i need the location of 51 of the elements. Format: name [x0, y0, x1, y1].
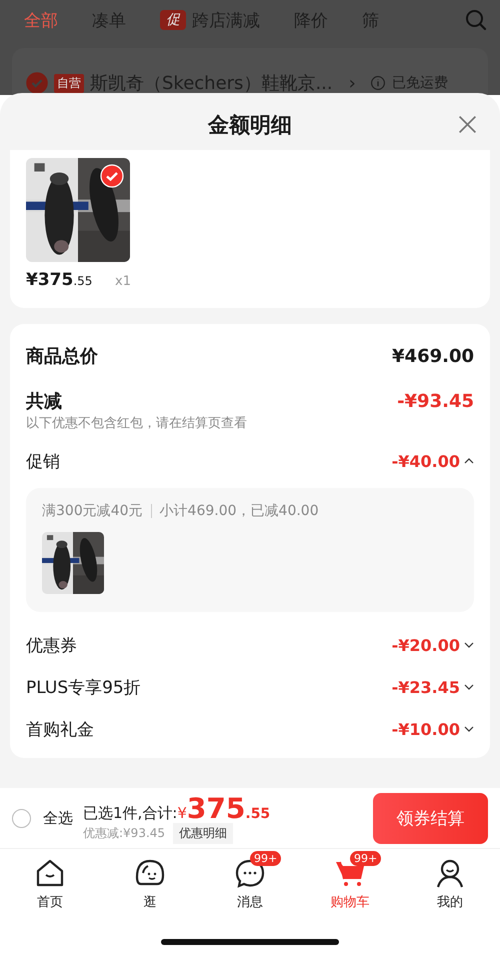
close-icon[interactable] [457, 114, 478, 135]
nav-label: 首页 [37, 894, 63, 911]
person-icon [434, 857, 466, 889]
discount-name: 促销 [26, 450, 60, 472]
price-text: ¥375.55 [26, 270, 92, 290]
discount-label: 共减 [26, 390, 62, 413]
selected-text: 已选1件,合计: [83, 804, 178, 823]
discount-amount: -¥93.45 [397, 390, 474, 412]
note-text: 以下优惠不包含红包，请在结算页查看 [26, 415, 248, 432]
quantity-text: x1 [115, 274, 131, 289]
chevron-icon[interactable]: › [348, 72, 356, 94]
expand-icon[interactable] [464, 684, 474, 690]
expand-icon[interactable] [464, 642, 474, 648]
count-badge: 99+ [350, 851, 382, 866]
discount-name: 首购礼金 [26, 718, 94, 740]
select-all-label[interactable]: 全选 [43, 808, 73, 828]
discount-value: -¥40.00 [392, 452, 460, 470]
sheet-title: 金额明细 [208, 112, 292, 138]
promo-badge: 促 [160, 10, 186, 30]
nav-label: 购物车 [330, 894, 370, 911]
discount-value: -¥10.00 [392, 720, 460, 738]
total-amount: ¥469.00 [392, 346, 474, 366]
expand-icon[interactable] [464, 726, 474, 732]
store-checkbox[interactable] [26, 72, 48, 94]
filter-tab[interactable]: 全部 [24, 8, 58, 32]
nav-tab[interactable]: 首页 [0, 849, 100, 923]
collapse-icon[interactable] [464, 458, 474, 464]
checkbox[interactable] [100, 164, 124, 188]
nav-label: 消息 [237, 894, 263, 911]
nav-label: 逛 [144, 894, 156, 911]
discount-value: -¥20.00 [392, 636, 460, 654]
count-badge: 99+ [250, 851, 282, 866]
total-price: ¥375.55 [177, 792, 270, 825]
total-label: 商品总价 [26, 345, 98, 368]
checkout-button[interactable]: 领券结算 [373, 792, 488, 844]
house-icon [34, 857, 66, 889]
nav-tab[interactable]: 99+ 购物车 [300, 849, 400, 923]
discount-value: -¥23.45 [392, 678, 460, 696]
radio-button[interactable] [12, 808, 31, 828]
store-tag: 自营 [54, 74, 84, 92]
discount-name: PLUS专享95折 [26, 676, 141, 698]
discount-name: 优惠券 [26, 634, 77, 656]
details-button[interactable]: 优惠明细 [173, 823, 234, 844]
nav-tab[interactable]: 99+ 消息 [200, 849, 300, 923]
nav-label: 我的 [437, 894, 463, 911]
nav-tab[interactable]: 逛 [100, 849, 200, 923]
promo-rule: 满300元减40元 [42, 502, 143, 520]
home-indicator[interactable] [161, 938, 339, 944]
saving-text: 优惠减:¥93.45 [83, 825, 166, 842]
nav-tab[interactable]: 我的 [400, 849, 500, 923]
promo-summary: 小计469.00，已减40.00 [160, 502, 319, 520]
